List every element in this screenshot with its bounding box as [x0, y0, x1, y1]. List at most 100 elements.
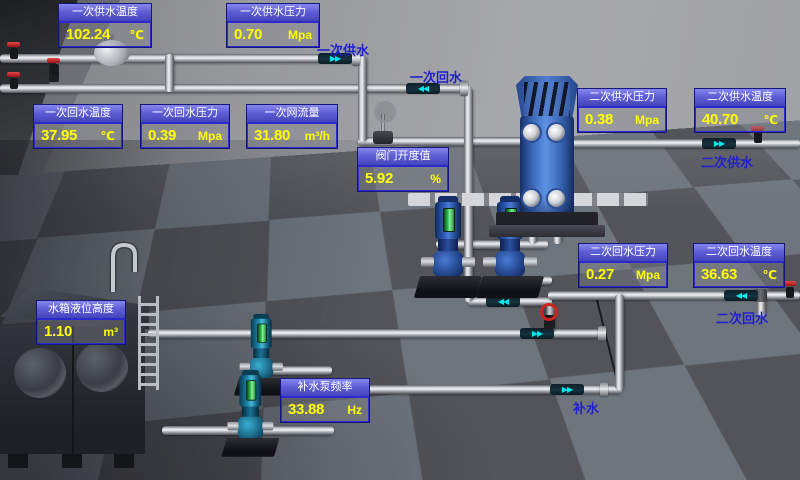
- gauge-label: 水箱液位高度: [37, 301, 125, 319]
- pump-flange: [421, 257, 434, 267]
- gauge-label: 阀门开度值: [358, 148, 448, 166]
- gauge-reading: 40.70: [702, 111, 738, 128]
- flow-indicator-tank-line: ▶▶: [520, 328, 554, 339]
- hx-port: [548, 190, 565, 207]
- pump-status-badge: [257, 324, 267, 343]
- valve-wheel-icon-makeup-branch: [540, 303, 558, 321]
- gauge-value: 1.10m³: [37, 319, 125, 344]
- gauge-unit: %: [430, 172, 441, 186]
- pump-coupling: [500, 239, 520, 251]
- flow-indicator-secondary-return: ◀◀: [724, 290, 758, 301]
- hx-pedestal: [489, 225, 605, 237]
- flange: [600, 382, 608, 397]
- pump-volute: [238, 417, 264, 439]
- flow-arrows-icon: ▶▶: [562, 386, 572, 394]
- gauge-unit: Mpa: [635, 113, 659, 127]
- gauge-primary-flow: 一次网流量 31.80m³/h: [246, 104, 338, 149]
- flange: [598, 326, 606, 341]
- gauge-primary-supply-temp: 一次供水温度 102.24 ℃: [58, 3, 152, 48]
- tank-leg: [62, 454, 82, 468]
- pipe-label-primary-return: 一次回水: [410, 67, 462, 86]
- gauge-secondary-return-pressure: 二次回水压力 0.27 Mpa: [578, 243, 668, 288]
- gauge-primary-return-temp: 一次回水温度 37.95℃: [33, 104, 123, 149]
- pump-flange: [262, 422, 273, 431]
- control-valve-wheel-icon: [374, 101, 396, 123]
- pump-base: [476, 276, 544, 298]
- gauge-reading: 33.88: [288, 401, 324, 418]
- gauge-unit: Mpa: [636, 268, 660, 282]
- gauge-secondary-supply-pressure: 二次供水压力 0.38 Mpa: [577, 88, 667, 133]
- gauge-value: 5.92%: [358, 166, 448, 191]
- flow-arrows-icon: ▶▶: [714, 140, 724, 148]
- gauge-value: 0.70Mpa: [227, 22, 319, 47]
- gauge-reading: 31.80: [254, 127, 290, 144]
- pipe-primary-return: [0, 84, 470, 93]
- pump-flange: [483, 257, 496, 267]
- pump-volute: [433, 251, 463, 277]
- flow-arrows-icon: ◀◀: [736, 292, 746, 300]
- gauge-value: 40.70 ℃: [695, 107, 785, 132]
- gauge-value: 31.80 m³/h: [247, 123, 337, 148]
- pump-base: [221, 438, 279, 457]
- gauge-primary-return-pressure: 一次回水压力 0.39Mpa: [140, 104, 230, 149]
- gauge-label: 二次供水温度: [695, 89, 785, 107]
- gauge-value: 102.24 ℃: [59, 22, 151, 47]
- gauge-value: 0.27 Mpa: [579, 262, 667, 287]
- circulation-pump-1: [424, 196, 472, 298]
- pump-flange: [524, 257, 537, 267]
- valve-icon-crossover: [46, 58, 61, 75]
- hx-port: [548, 124, 565, 141]
- gauge-primary-supply-pressure: 一次供水压力 0.70Mpa: [226, 3, 320, 48]
- gauge-unit: Hz: [347, 403, 362, 417]
- pump-status-badge: [443, 208, 455, 232]
- gauge-unit: ℃: [100, 129, 115, 143]
- pipe-label-secondary-supply: 二次供水: [701, 152, 753, 171]
- gauge-value: 0.39Mpa: [141, 123, 229, 148]
- flow-indicator-secondary-supply: ▶▶: [702, 138, 736, 149]
- gauge-reading: 36.63: [701, 266, 737, 283]
- gauge-reading: 0.39: [148, 127, 176, 144]
- gauge-value: 0.38 Mpa: [578, 107, 666, 132]
- pump-coupling: [438, 239, 458, 251]
- pipe-label-primary-supply: 一次供水: [317, 40, 369, 59]
- pump-coupling: [253, 348, 269, 358]
- gauge-secondary-supply-temp: 二次供水温度 40.70 ℃: [694, 88, 786, 133]
- flow-arrows-icon: ▶▶: [532, 330, 542, 338]
- pump-status-badge: [246, 380, 256, 400]
- gauge-label: 一次供水温度: [59, 4, 151, 22]
- pipe-makeup-riser: [615, 294, 624, 390]
- gauge-reading: 0.27: [586, 266, 614, 283]
- tank-manhole: [76, 342, 128, 392]
- hmi-scene: ▶▶ ◀◀ ▶▶ ◀◀ ◀◀ ▶▶ ▶▶: [0, 0, 800, 480]
- gauge-label: 二次供水压力: [578, 89, 666, 107]
- gauge-label: 二次回水压力: [579, 244, 667, 262]
- pipe-bypass: [165, 54, 174, 92]
- tank-vent-pipe: [106, 240, 146, 292]
- tank-leg: [114, 454, 134, 468]
- flow-arrows-icon: ◀◀: [498, 298, 508, 306]
- hx-port: [523, 124, 540, 141]
- gauge-secondary-return-temp: 二次回水温度 36.63℃: [693, 243, 785, 288]
- gauge-unit: ℃: [763, 113, 778, 127]
- pump-volute: [495, 251, 525, 277]
- gauge-label: 一次供水压力: [227, 4, 319, 22]
- gauge-reading: 102.24: [66, 26, 110, 43]
- hx-port: [523, 190, 540, 207]
- gauge-reading: 0.38: [585, 111, 613, 128]
- gauge-reading: 5.92: [365, 170, 393, 187]
- gauge-unit: m³/h: [305, 129, 330, 143]
- gauge-label: 一次回水温度: [34, 105, 122, 123]
- gauge-unit: ℃: [129, 28, 144, 42]
- pump-flange: [227, 422, 238, 431]
- gauge-unit: ℃: [762, 268, 777, 282]
- flow-indicator-makeup: ▶▶: [550, 384, 584, 395]
- control-valve-body: [373, 131, 393, 144]
- pump-base: [414, 276, 482, 298]
- gauge-makeup-pump-frequency: 补水泵频率 33.88Hz: [280, 378, 370, 423]
- tank-leg: [8, 454, 28, 468]
- tank-manhole: [14, 348, 66, 398]
- pump-flange: [462, 257, 475, 267]
- tank-ladder: [138, 296, 159, 390]
- gauge-value: 36.63 ℃: [694, 262, 784, 287]
- gauge-label: 一次回水压力: [141, 105, 229, 123]
